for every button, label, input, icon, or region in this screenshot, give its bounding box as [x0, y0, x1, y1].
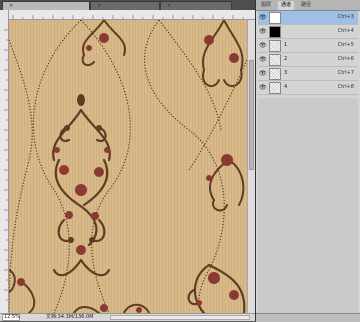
channel-row[interactable]: 👁 3 Ctrl+7 — [258, 67, 358, 81]
ruler-ticks — [4, 29, 8, 301]
horizontal-ruler[interactable] — [8, 10, 255, 20]
eye-icon[interactable]: 👁 — [259, 56, 267, 63]
tab-paths[interactable]: 路径 — [298, 1, 314, 10]
eye-icon[interactable]: 👁 — [259, 70, 267, 77]
wallpaper-artwork — [9, 20, 247, 313]
panel-tab-bar: 图层 通道 路径 — [256, 0, 360, 11]
document-tab-3[interactable]: × — [160, 1, 232, 10]
channel-shortcut: Ctrl+7 — [337, 70, 354, 76]
channel-row[interactable]: 👁 Ctrl+4 — [258, 25, 358, 39]
channel-shortcut: Ctrl+3 — [337, 14, 354, 20]
horizontal-scrollbar[interactable] — [110, 315, 250, 320]
scrollbar-thumb[interactable] — [249, 60, 254, 170]
channel-thumbnail — [269, 68, 281, 80]
tab-channels[interactable]: 通道 — [278, 1, 295, 10]
channel-thumbnail — [269, 54, 281, 66]
channel-shortcut: Ctrl+6 — [337, 56, 354, 62]
ruler-ticks — [12, 15, 244, 19]
channel-thumbnail — [269, 12, 281, 24]
channel-name: 2 — [284, 56, 288, 62]
document-info[interactable]: 文档:34.3M/136.0M — [46, 314, 93, 321]
vertical-scrollbar[interactable] — [247, 20, 255, 313]
document-tab-1[interactable]: × — [2, 1, 90, 10]
vertical-ruler[interactable] — [0, 10, 9, 313]
document-tab-2[interactable]: × — [90, 1, 160, 10]
channel-row[interactable]: 👁 2 Ctrl+6 — [258, 53, 358, 67]
channel-name: 3 — [284, 70, 288, 76]
channel-row[interactable]: 👁 1 Ctrl+5 — [258, 39, 358, 53]
eye-icon[interactable]: 👁 — [259, 42, 267, 49]
channel-shortcut: Ctrl+4 — [337, 28, 354, 34]
eye-icon[interactable]: 👁 — [259, 84, 267, 91]
zoom-level-field[interactable]: 12.5% — [2, 314, 20, 321]
channel-thumbnail — [269, 26, 281, 38]
document-canvas[interactable] — [9, 20, 247, 313]
channel-shortcut: Ctrl+5 — [337, 42, 354, 48]
tab-layers[interactable]: 图层 — [258, 1, 274, 10]
eye-icon[interactable]: 👁 — [259, 14, 267, 21]
panel-empty-area — [258, 98, 358, 313]
eye-icon[interactable]: 👁 — [259, 28, 267, 35]
status-bar: 12.5% 文档:34.3M/136.0M — [0, 313, 255, 321]
channel-name: 1 — [284, 42, 288, 48]
channel-row[interactable]: 👁 4 Ctrl+8 — [258, 81, 358, 95]
close-icon[interactable]: × — [9, 3, 13, 9]
channel-name: 4 — [284, 84, 288, 90]
channel-thumbnail — [269, 82, 281, 94]
channel-row[interactable]: 👁 Ctrl+3 — [258, 11, 358, 25]
channel-shortcut: Ctrl+8 — [337, 84, 354, 90]
channel-thumbnail — [269, 40, 281, 52]
close-icon[interactable]: × — [97, 3, 101, 9]
channels-panel: 图层 通道 路径 👁 Ctrl+3 👁 Ctrl+4 👁 1 Ctrl+5 👁 … — [255, 0, 360, 322]
close-icon[interactable]: × — [167, 3, 171, 9]
